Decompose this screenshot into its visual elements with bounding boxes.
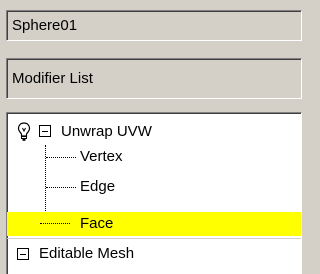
- modifier-stack[interactable]: Unwrap UVW Vertex Edge Face Editable Mes…: [6, 112, 302, 274]
- sub-object-face[interactable]: Face: [7, 212, 301, 236]
- face-label: Face: [80, 215, 114, 232]
- editable-mesh-label: Editable Mesh: [39, 245, 135, 262]
- edge-label: Edge: [80, 178, 116, 195]
- unwrap-uvw-label: Unwrap UVW: [61, 123, 152, 140]
- modifier-list-label: Modifier List: [12, 70, 93, 87]
- vertex-label: Vertex: [80, 148, 123, 165]
- modifier-list-dropdown[interactable]: Modifier List: [6, 58, 302, 99]
- tree-branch-face: [40, 223, 70, 224]
- object-name-field[interactable]: Sphere01: [6, 10, 302, 41]
- tree-branch-edge: [46, 187, 76, 188]
- object-name-text: Sphere01: [12, 17, 78, 34]
- tree-branch-vertex: [46, 157, 76, 158]
- stack-item-editable-mesh[interactable]: Editable Mesh: [7, 240, 301, 266]
- collapse-editable-mesh-icon[interactable]: [17, 248, 29, 260]
- sub-object-vertex[interactable]: Vertex: [77, 144, 301, 170]
- sub-object-edge[interactable]: Edge: [77, 174, 301, 200]
- light-bulb-icon[interactable]: [17, 122, 31, 142]
- collapse-unwrap-uvw-icon[interactable]: [39, 125, 51, 137]
- stack-divider: [7, 238, 301, 239]
- stack-item-unwrap-uvw[interactable]: Unwrap UVW: [7, 119, 301, 145]
